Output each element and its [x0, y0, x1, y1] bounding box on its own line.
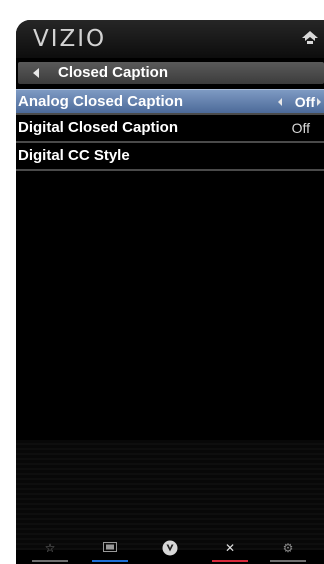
menu-item-label: Digital Closed Caption — [18, 119, 179, 136]
menu-item-label: Digital CC Style — [18, 147, 130, 164]
menu-item-digital-cc-style[interactable]: Digital CC Style — [16, 144, 324, 168]
favorites-button[interactable]: ☆ — [32, 540, 68, 562]
divider — [16, 141, 324, 143]
button-color-bar — [92, 560, 128, 562]
vizio-logo: VIZIO — [33, 26, 107, 52]
menu-item-digital-closed-caption[interactable]: Digital Closed Caption Off — [16, 116, 324, 140]
button-color-bar — [212, 560, 248, 562]
vizio-v-icon — [162, 540, 178, 556]
tv-menu-screen: VIZIO Closed Caption Analog Closed Capti… — [16, 20, 324, 564]
menu-title-bar[interactable]: Closed Caption — [18, 62, 324, 84]
value-left-arrow-icon[interactable] — [278, 98, 282, 106]
exit-button[interactable]: ✕ — [212, 540, 248, 562]
widescreen-icon — [103, 542, 117, 552]
widescreen-button[interactable] — [92, 540, 128, 562]
button-color-bar — [32, 560, 68, 562]
back-arrow-icon[interactable] — [33, 68, 39, 78]
header-bar: VIZIO — [16, 20, 324, 58]
gear-icon: ⚙ — [282, 541, 294, 555]
background-texture — [16, 440, 324, 550]
vizio-v-button[interactable] — [152, 540, 188, 562]
divider — [16, 169, 324, 171]
menu-item-label: Analog Closed Caption — [18, 93, 183, 110]
value-right-arrow-icon[interactable] — [317, 98, 321, 106]
menu-item-value: Off — [294, 94, 315, 110]
star-icon: ☆ — [44, 541, 56, 555]
close-icon: ✕ — [224, 541, 236, 555]
menu-title: Closed Caption — [58, 64, 169, 81]
button-color-bar — [270, 560, 306, 562]
home-icon[interactable] — [300, 28, 320, 48]
menu-item-analog-closed-caption[interactable]: Analog Closed Caption Off — [16, 89, 324, 113]
divider — [16, 113, 324, 115]
menu-item-value: Off — [291, 120, 310, 136]
settings-button[interactable]: ⚙ — [270, 540, 306, 562]
footer-button-bar: ☆ ✕ ⚙ — [16, 538, 324, 564]
